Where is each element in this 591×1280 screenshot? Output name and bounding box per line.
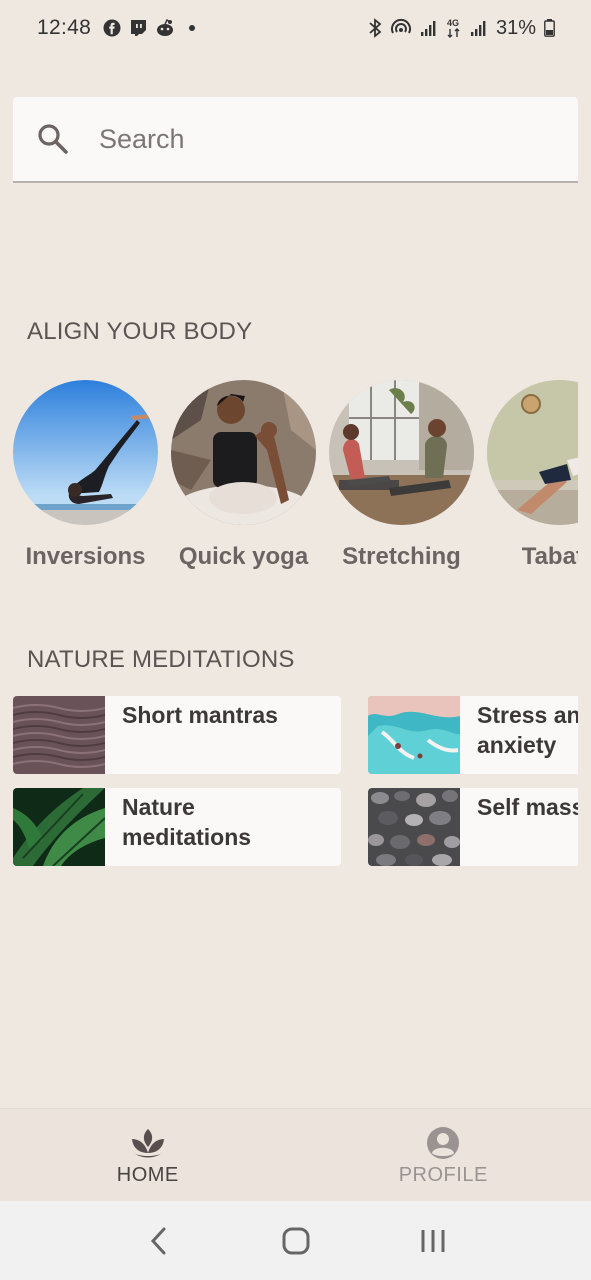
category-label: Quick yoga: [178, 543, 309, 570]
system-back-button[interactable]: [139, 1221, 179, 1261]
category-quick-yoga[interactable]: Quick yoga: [171, 380, 316, 580]
short-mantras-thumbnail: [13, 696, 105, 774]
meditation-card-stress-anxiety[interactable]: Stress and anxiety: [368, 696, 578, 774]
meditation-label: Short mantras: [105, 696, 278, 774]
status-left: 12:48: [37, 16, 196, 40]
lotus-icon: [131, 1129, 164, 1158]
system-navigation-bar: [0, 1201, 591, 1280]
nature-meditations-grid[interactable]: Short mantras Stress and anxiety: [13, 696, 578, 876]
4g-icon: 4G: [446, 17, 462, 39]
search-bar[interactable]: [13, 97, 578, 183]
category-label: Tabata: [521, 543, 578, 570]
search-icon: [38, 124, 68, 154]
nav-profile[interactable]: PROFILE: [296, 1109, 591, 1201]
bottom-navigation: HOME PROFILE: [0, 1108, 591, 1201]
hotspot-icon: [390, 18, 412, 38]
category-inversions[interactable]: Inversions: [13, 380, 158, 580]
system-recents-button[interactable]: [413, 1221, 453, 1261]
meditation-card-short-mantras[interactable]: Short mantras: [13, 696, 341, 774]
signal-icon-2: [470, 19, 488, 37]
dot-icon: [189, 25, 196, 31]
signal-icon: [420, 19, 438, 37]
category-stretching[interactable]: Stretching: [329, 380, 474, 580]
profile-icon: [427, 1127, 460, 1159]
nav-home-label: HOME: [116, 1164, 179, 1186]
meditation-label: Self massage: [460, 788, 578, 866]
meditation-label-line1: Short mantras: [122, 702, 278, 728]
tabata-image: [487, 380, 578, 525]
nav-profile-label: PROFILE: [398, 1164, 488, 1186]
recents-icon: [421, 1229, 444, 1252]
meditation-label-line2: anxiety: [477, 732, 557, 758]
meditation-label-line1: Nature: [122, 794, 195, 820]
svg-text:4G: 4G: [447, 18, 459, 28]
nature-meditations-thumbnail: [13, 788, 105, 866]
category-label: Inversions: [25, 543, 146, 570]
meditation-label-line1: Self massage: [477, 794, 578, 820]
status-time: 12:48: [37, 16, 92, 39]
reddit-icon: [155, 19, 175, 37]
search-input[interactable]: [99, 123, 519, 155]
bluetooth-icon: [368, 18, 382, 38]
home-circle-icon: [282, 1227, 309, 1254]
battery-icon: [544, 19, 555, 37]
meditation-card-nature-meditations[interactable]: Nature meditations: [13, 788, 341, 866]
section-title-nature-meditations: NATURE MEDITATIONS: [27, 646, 295, 673]
meditation-card-self-massage[interactable]: Self massage: [368, 788, 578, 866]
twitch-icon: [129, 19, 147, 37]
meditation-label-line2: meditations: [122, 824, 252, 850]
nav-home[interactable]: HOME: [0, 1109, 296, 1201]
align-body-carousel[interactable]: Inversions Quick yoga Stretching Taba: [13, 380, 578, 580]
meditation-label: Nature meditations: [105, 788, 251, 866]
category-label: Stretching: [342, 543, 461, 570]
category-tabata[interactable]: Tabata: [487, 380, 578, 580]
quick-yoga-image: [171, 380, 316, 525]
battery-percent: 31%: [495, 16, 536, 39]
meditation-label-line1: Stress and: [477, 702, 578, 728]
system-home-button[interactable]: [276, 1221, 316, 1261]
section-title-align-body: ALIGN YOUR BODY: [27, 318, 253, 345]
stress-anxiety-thumbnail: [368, 696, 460, 774]
back-icon: [150, 1227, 165, 1254]
facebook-icon: [103, 19, 121, 37]
status-right: 4G 31%: [368, 17, 555, 40]
status-bar: 12:48 4G 31%: [0, 0, 591, 56]
self-massage-thumbnail: [368, 788, 460, 866]
meditation-label: Stress and anxiety: [460, 696, 578, 774]
inversions-image: [13, 380, 158, 525]
stretching-image: [329, 380, 474, 525]
